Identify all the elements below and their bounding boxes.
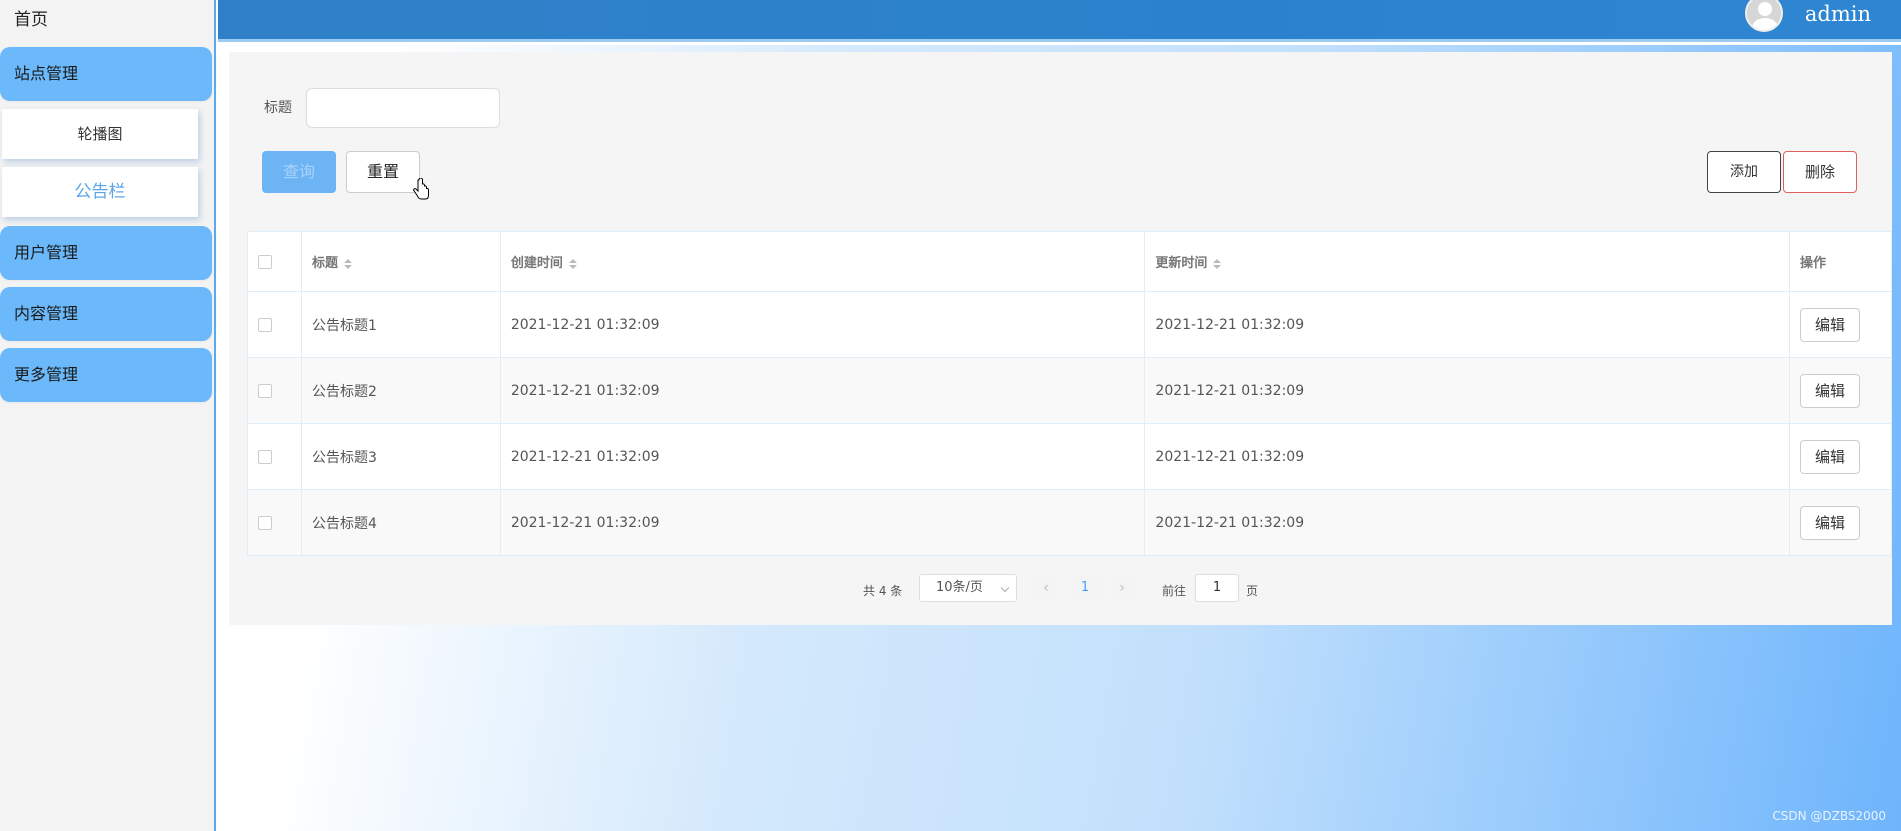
add-button[interactable]: 添加 bbox=[1707, 151, 1781, 193]
row-created: 2021-12-21 01:32:09 bbox=[499, 291, 1146, 358]
table-header-row: 标题 创建时间 更新时间 操作 bbox=[247, 231, 1893, 292]
page-number-current[interactable]: 1 bbox=[1068, 574, 1102, 602]
sidebar-item-carousel[interactable]: 轮播图 bbox=[2, 109, 198, 159]
row-created: 2021-12-21 01:32:09 bbox=[499, 423, 1146, 490]
column-header-actions: 操作 bbox=[1788, 231, 1893, 292]
sort-icon[interactable] bbox=[1213, 259, 1221, 269]
sidebar-group-site[interactable]: 站点管理 bbox=[0, 47, 212, 101]
sidebar-group-users[interactable]: 用户管理 bbox=[0, 226, 212, 280]
notice-table: 标题 创建时间 更新时间 操作 公告标题1 2021-12-21 01:32:0… bbox=[247, 231, 1893, 556]
row-updated: 2021-12-21 01:32:09 bbox=[1144, 291, 1790, 358]
prev-page-button[interactable]: ‹ bbox=[1032, 574, 1060, 602]
sidebar-group-more[interactable]: 更多管理 bbox=[0, 348, 212, 402]
hand-cursor-icon bbox=[412, 178, 429, 200]
row-checkbox[interactable] bbox=[258, 383, 272, 398]
row-title: 公告标题1 bbox=[300, 291, 501, 358]
sidebar: 首页 站点管理 轮播图 公告栏 用户管理 内容管理 更多管理 bbox=[0, 0, 216, 831]
user-avatar-icon[interactable] bbox=[1745, 0, 1783, 32]
select-all-checkbox[interactable] bbox=[258, 254, 272, 269]
edit-button[interactable]: 编辑 bbox=[1799, 373, 1860, 408]
column-header-created[interactable]: 创建时间 bbox=[499, 231, 1146, 292]
select-all-cell bbox=[247, 231, 302, 292]
row-title: 公告标题3 bbox=[300, 423, 501, 490]
content-panel: 标题 查询 重置 添加 删除 标题 创建时间 更新时间 操作 公告标题1 202… bbox=[229, 52, 1893, 625]
edit-button[interactable]: 编辑 bbox=[1799, 505, 1860, 540]
table-row: 公告标题3 2021-12-21 01:32:09 2021-12-21 01:… bbox=[247, 423, 1893, 490]
row-checkbox[interactable] bbox=[258, 449, 272, 464]
total-count: 共 4 条 bbox=[863, 584, 903, 598]
next-page-button[interactable]: › bbox=[1108, 574, 1136, 602]
sidebar-item-home[interactable]: 首页 bbox=[0, 0, 214, 40]
delete-button[interactable]: 删除 bbox=[1783, 151, 1857, 193]
row-checkbox[interactable] bbox=[258, 515, 272, 530]
row-updated: 2021-12-21 01:32:09 bbox=[1144, 357, 1790, 424]
username[interactable]: admin bbox=[1805, 2, 1871, 26]
row-created: 2021-12-21 01:32:09 bbox=[499, 357, 1146, 424]
page-size-select[interactable]: 10条/页 bbox=[919, 574, 1017, 602]
goto-page-input[interactable]: 1 bbox=[1195, 574, 1239, 602]
column-header-updated[interactable]: 更新时间 bbox=[1144, 231, 1790, 292]
sort-icon[interactable] bbox=[344, 259, 352, 269]
table-row: 公告标题4 2021-12-21 01:32:09 2021-12-21 01:… bbox=[247, 489, 1893, 556]
table-row: 公告标题2 2021-12-21 01:32:09 2021-12-21 01:… bbox=[247, 357, 1893, 424]
page-unit-label: 页 bbox=[1246, 584, 1259, 598]
sidebar-item-notice[interactable]: 公告栏 bbox=[2, 167, 198, 217]
row-created: 2021-12-21 01:32:09 bbox=[499, 489, 1146, 556]
row-updated: 2021-12-21 01:32:09 bbox=[1144, 489, 1790, 556]
table-row: 公告标题1 2021-12-21 01:32:09 2021-12-21 01:… bbox=[247, 291, 1893, 358]
column-header-title[interactable]: 标题 bbox=[300, 231, 501, 292]
goto-label: 前往 bbox=[1162, 584, 1187, 598]
edit-button[interactable]: 编辑 bbox=[1799, 307, 1860, 342]
row-title: 公告标题2 bbox=[300, 357, 501, 424]
row-checkbox[interactable] bbox=[258, 317, 272, 332]
reset-button[interactable]: 重置 bbox=[346, 151, 420, 193]
sidebar-group-content[interactable]: 内容管理 bbox=[0, 287, 212, 341]
sort-icon[interactable] bbox=[569, 259, 577, 269]
query-button[interactable]: 查询 bbox=[262, 151, 336, 193]
top-header: admin bbox=[218, 0, 1901, 42]
title-search-label: 标题 bbox=[264, 100, 292, 116]
pagination: 共 4 条 10条/页 ‹ 1 › 前往 1 页 bbox=[229, 574, 1892, 604]
row-updated: 2021-12-21 01:32:09 bbox=[1144, 423, 1790, 490]
title-search-input[interactable] bbox=[306, 88, 500, 128]
chevron-down-icon bbox=[1000, 583, 1010, 593]
edit-button[interactable]: 编辑 bbox=[1799, 439, 1860, 474]
row-title: 公告标题4 bbox=[300, 489, 501, 556]
watermark: CSDN @DZBS2000 bbox=[1772, 809, 1886, 823]
